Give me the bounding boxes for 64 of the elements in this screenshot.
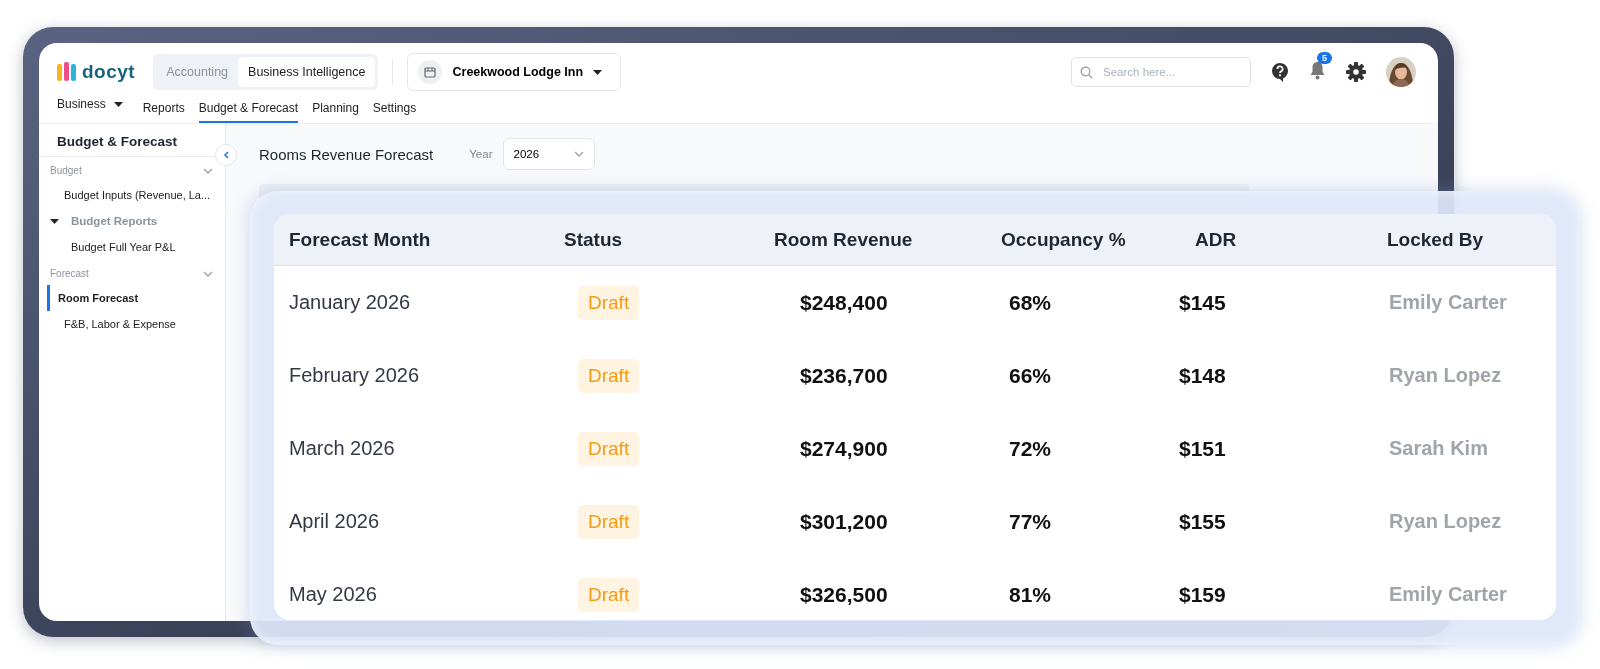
table-cell-text: $155 — [1178, 509, 1227, 534]
status-badge: Draft — [578, 577, 640, 612]
caret-down-icon — [593, 69, 603, 75]
nav-tab[interactable]: Planning — [312, 101, 359, 123]
nav-tab[interactable]: Reports — [142, 101, 185, 123]
year-select[interactable]: 2026 — [502, 138, 595, 170]
table-cell-text: $248,400 — [799, 290, 889, 315]
status-badge: Draft — [578, 504, 640, 539]
table-cell-text: Ryan Lopez — [1388, 510, 1503, 533]
search-field[interactable]: Search here... — [1071, 57, 1251, 87]
table-cell-text: 81% — [1008, 582, 1053, 607]
chevron-left-icon — [223, 151, 229, 159]
nav-tab[interactable]: Settings — [372, 101, 417, 123]
notification-count: 5 — [1317, 51, 1332, 64]
table-cell-text: Sarah Kim — [1388, 437, 1489, 460]
column-header: Forecast Month — [288, 228, 432, 251]
table-cell-text: April 2026 — [288, 510, 381, 533]
table-cell-text: March 2026 — [288, 437, 396, 460]
caret-down-icon — [50, 218, 59, 224]
table-cell-text: 66% — [1008, 363, 1053, 388]
chevron-down-icon — [203, 167, 213, 174]
status-badge: Draft — [578, 358, 640, 393]
logo-bars-icon — [57, 62, 79, 82]
table-cell-text: 72% — [1008, 436, 1053, 461]
help-icon[interactable] — [1271, 62, 1289, 82]
logo-text: docyt — [82, 61, 136, 83]
table-cell-text: $159 — [1178, 582, 1227, 607]
table-cell-text: February 2026 — [288, 364, 421, 387]
sidebar-item[interactable]: Budget Full Year P&L — [47, 234, 180, 260]
column-header: Status — [564, 228, 624, 251]
table-cell-text: Ryan Lopez — [1388, 364, 1503, 387]
column-header: Room Revenue — [774, 228, 914, 251]
status-badge: Draft — [578, 285, 640, 320]
bell-icon[interactable] — [1309, 60, 1326, 80]
sidebar-item[interactable]: Room Forecast — [47, 285, 143, 311]
store-icon — [424, 66, 437, 78]
table-cell-text: Emily Carter — [1388, 291, 1508, 314]
table-cell-text: $145 — [1178, 290, 1227, 315]
chevron-down-icon — [203, 270, 213, 277]
table-cell-text: $148 — [1178, 363, 1227, 388]
table-cell-text: 68% — [1008, 290, 1053, 315]
status-badge: Draft — [578, 431, 640, 466]
table-cell-text: $301,200 — [799, 509, 889, 534]
table-cell-text: $274,900 — [799, 436, 889, 461]
business-menu[interactable]: Business — [57, 97, 123, 123]
column-header: Occupancy % — [1001, 228, 1127, 251]
sidebar-item[interactable]: Budget Inputs (Revenue, La... — [47, 182, 215, 208]
table-cell-text: May 2026 — [288, 583, 378, 606]
table-cell-text: $236,700 — [799, 363, 889, 388]
module-tab[interactable]: Business Intelligence — [238, 57, 376, 87]
table-cell-text: January 2026 — [288, 291, 412, 314]
business-selector[interactable]: Creekwood Lodge Inn — [407, 53, 622, 91]
table-cell-text: Emily Carter — [1388, 583, 1508, 606]
column-header: ADR — [1194, 228, 1238, 251]
chevron-down-icon — [573, 151, 584, 157]
page-title: Rooms Revenue Forecast — [259, 145, 434, 163]
year-label: Year — [469, 148, 493, 160]
table-cell-text: 77% — [1008, 509, 1053, 534]
settings-icon[interactable] — [1346, 62, 1366, 82]
table-cell-text: $151 — [1178, 436, 1227, 461]
table-cell-text: $326,500 — [799, 582, 889, 607]
caret-down-icon — [113, 101, 123, 107]
column-header: Locked By — [1387, 228, 1485, 251]
sidebar-item[interactable]: F&B, Labor & Expense — [47, 311, 180, 337]
